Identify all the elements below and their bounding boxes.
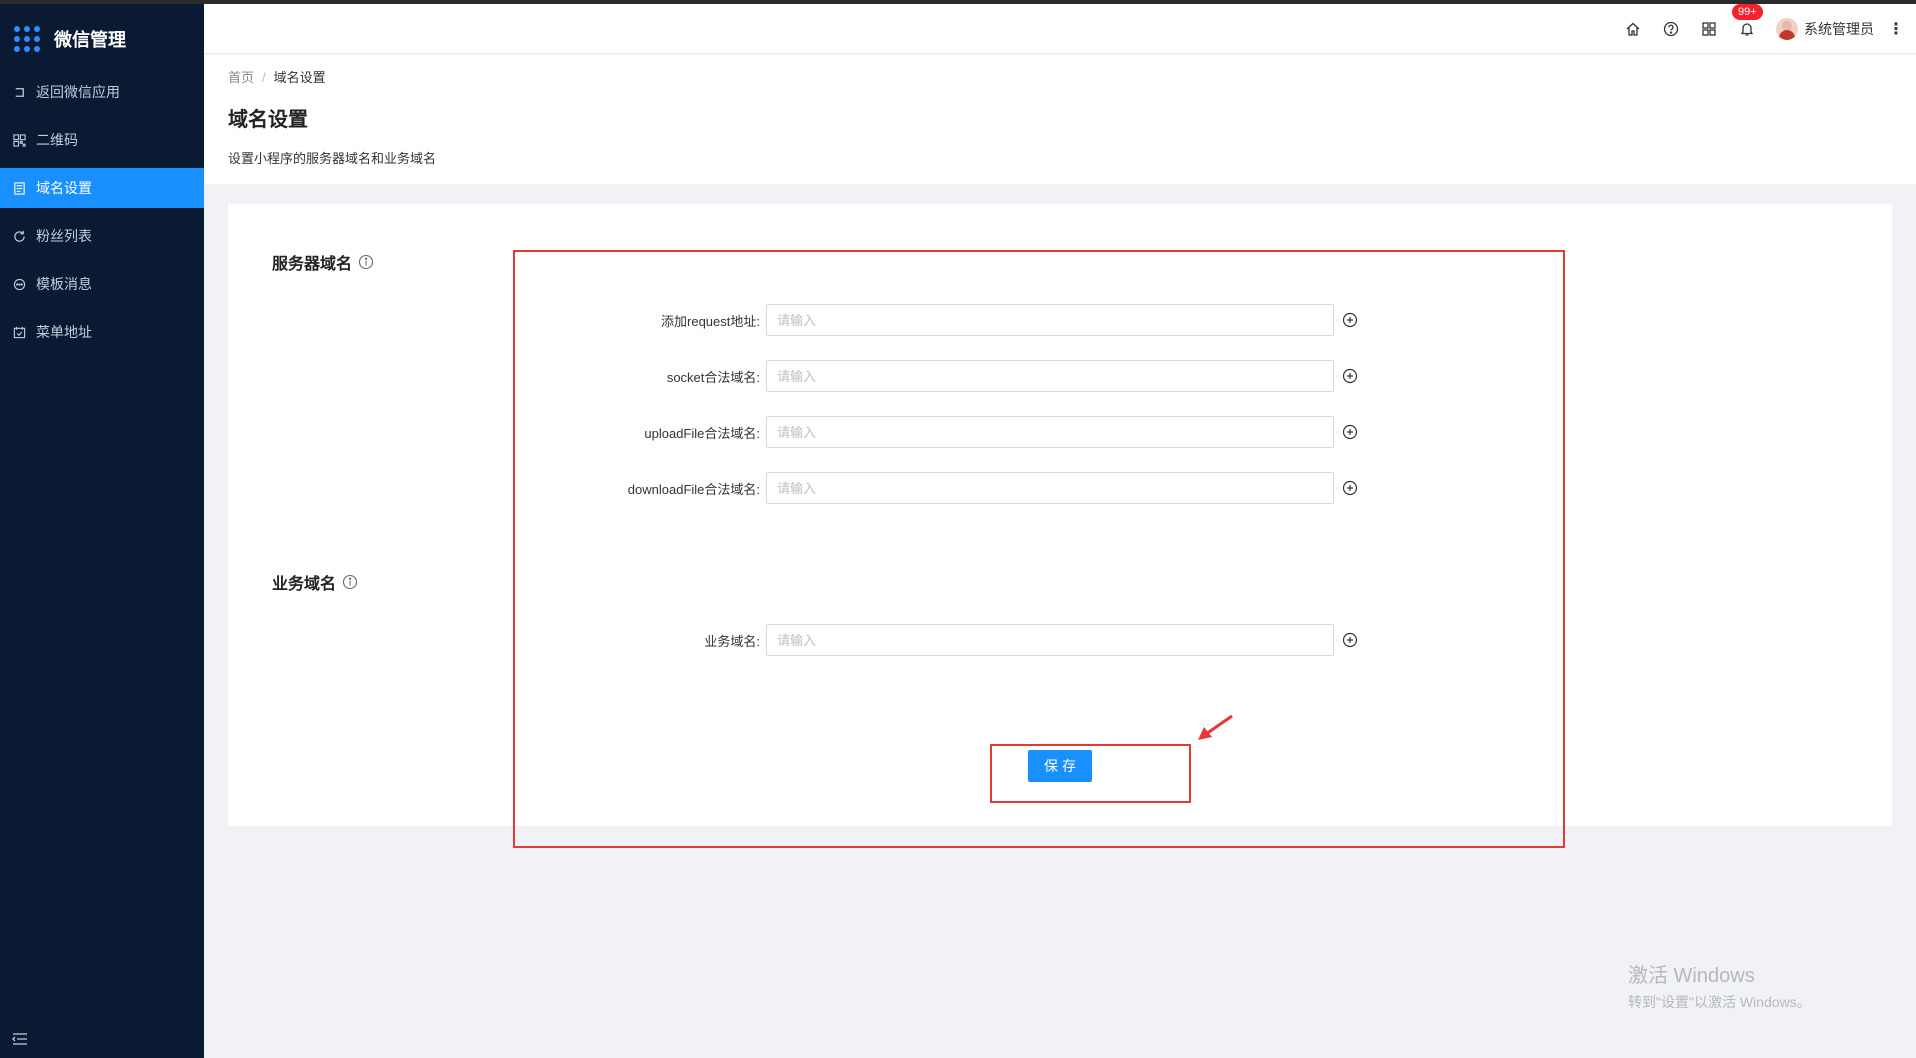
notification-badge: 99+ bbox=[1732, 4, 1763, 20]
top-header: 99+ 系统管理员 ⋮ bbox=[204, 4, 1916, 54]
username[interactable]: 系统管理员 bbox=[1804, 19, 1874, 39]
info-icon[interactable] bbox=[358, 254, 374, 270]
page-header: 首页 / 域名设置 域名设置 设置小程序的服务器域名和业务域名 bbox=[204, 55, 1916, 184]
sidebar-item-domain-settings[interactable]: 域名设置 bbox=[0, 168, 204, 208]
save-highlight-box bbox=[990, 744, 1191, 803]
sidebar-menu: 返回微信应用 二维码 域名设置 粉丝列表 模板消息 菜单地址 bbox=[0, 72, 204, 360]
sidebar-item-label: 返回微信应用 bbox=[36, 84, 120, 100]
refresh-icon bbox=[12, 229, 26, 243]
breadcrumb-current: 域名设置 bbox=[273, 70, 326, 85]
home-icon[interactable] bbox=[1624, 20, 1642, 38]
message-icon bbox=[12, 277, 26, 291]
help-icon[interactable] bbox=[1662, 20, 1680, 38]
breadcrumb-separator: / bbox=[262, 70, 266, 85]
more-vertical-icon[interactable]: ⋮ bbox=[1888, 19, 1904, 39]
sidebar: 微信管理 返回微信应用 二维码 域名设置 粉丝列表 模板消息 菜单地址 bbox=[0, 4, 204, 1058]
sidebar-item-label: 粉丝列表 bbox=[36, 228, 92, 244]
document-icon bbox=[12, 181, 26, 195]
server-domain-title-text: 服务器域名 bbox=[272, 256, 353, 273]
annotation-arrow-icon bbox=[1198, 714, 1233, 740]
business-domain-section-title: 业务域名 bbox=[272, 570, 358, 594]
sidebar-item-qrcode[interactable]: 二维码 bbox=[0, 120, 204, 160]
sidebar-item-label: 菜单地址 bbox=[36, 324, 92, 340]
sidebar-item-label: 域名设置 bbox=[36, 180, 92, 196]
notification-bell[interactable]: 99+ bbox=[1732, 4, 1763, 38]
breadcrumb: 首页 / 域名设置 bbox=[228, 67, 326, 86]
return-icon bbox=[12, 85, 26, 99]
watermark-subtitle: 转到"设置"以激活 Windows。 bbox=[1628, 994, 1811, 1010]
windows-activation-watermark: 激活 Windows 转到"设置"以激活 Windows。 bbox=[1628, 959, 1811, 1012]
grid-icon[interactable] bbox=[1700, 20, 1718, 38]
sidebar-item-menu-address[interactable]: 菜单地址 bbox=[0, 312, 204, 352]
business-domain-title-text: 业务域名 bbox=[272, 576, 337, 593]
page-description: 设置小程序的服务器域名和业务域名 bbox=[228, 151, 437, 166]
avatar[interactable] bbox=[1776, 18, 1798, 40]
watermark-title: 激活 Windows bbox=[1628, 965, 1755, 987]
page-title: 域名设置 bbox=[228, 109, 308, 131]
header-actions: 99+ 系统管理员 ⋮ bbox=[1624, 4, 1916, 54]
sidebar-item-template-message[interactable]: 模板消息 bbox=[0, 264, 204, 304]
app-title: 微信管理 bbox=[54, 30, 126, 50]
menu-collapse-icon[interactable] bbox=[12, 1032, 28, 1046]
sidebar-item-return[interactable]: 返回微信应用 bbox=[0, 72, 204, 112]
breadcrumb-home[interactable]: 首页 bbox=[228, 70, 254, 85]
sidebar-item-label: 模板消息 bbox=[36, 276, 92, 292]
app-logo[interactable]: 微信管理 bbox=[14, 26, 126, 52]
calendar-check-icon bbox=[12, 325, 26, 339]
sidebar-item-fans[interactable]: 粉丝列表 bbox=[0, 216, 204, 256]
qrcode-icon bbox=[12, 133, 26, 147]
info-icon[interactable] bbox=[342, 574, 358, 590]
app-grid-icon bbox=[14, 26, 40, 52]
server-domain-section-title: 服务器域名 bbox=[272, 250, 374, 274]
bell-icon bbox=[1740, 23, 1754, 36]
sidebar-item-label: 二维码 bbox=[36, 132, 78, 148]
